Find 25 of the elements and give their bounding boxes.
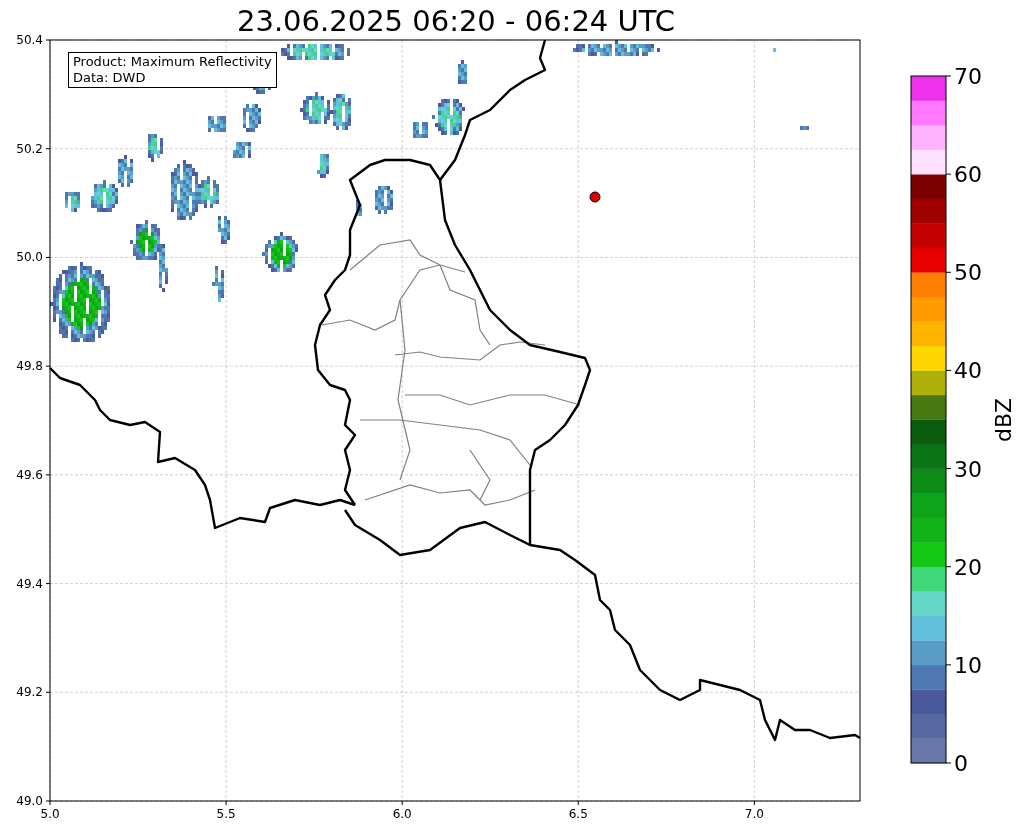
colorbar-tick-label: 30	[954, 456, 982, 482]
x-tick-label: 6.5	[568, 807, 588, 821]
colorbar-tick-label: 70	[954, 64, 982, 89]
y-tick-label: 50.2	[16, 141, 43, 156]
y-tick-label: 49.2	[16, 685, 43, 700]
y-tick-label: 49.8	[16, 359, 43, 374]
y-tick-label: 50.4	[16, 33, 43, 47]
y-tick-label: 49.0	[16, 794, 43, 808]
location-marker	[589, 191, 601, 203]
x-tick-label: 5.5	[216, 807, 236, 821]
y-tick-label: 50.0	[16, 250, 43, 265]
colorbar-tick-label: 60	[954, 162, 982, 188]
y-tick-label: 49.4	[16, 576, 43, 591]
info-text: Product: Maximum Reflectivity Data: DWD	[68, 52, 277, 88]
y-tick-label: 49.6	[16, 467, 43, 482]
colorbar-tick-label: 10	[954, 652, 982, 678]
colorbar-tick-label: 20	[954, 554, 982, 580]
x-tick-label: 7.0	[744, 807, 764, 821]
x-tick-label: 5.0	[40, 807, 60, 821]
colorbar-tick-label: 0	[954, 751, 968, 776]
colorbar-label: dBZ	[991, 397, 1016, 443]
x-tick-label: 6.0	[392, 807, 412, 821]
chart-title: 23.06.2025 06:20 - 06:24 UTC	[237, 4, 675, 38]
colorbar-tick-label: 40	[954, 358, 982, 384]
colorbar-tick-label: 50	[954, 260, 982, 286]
